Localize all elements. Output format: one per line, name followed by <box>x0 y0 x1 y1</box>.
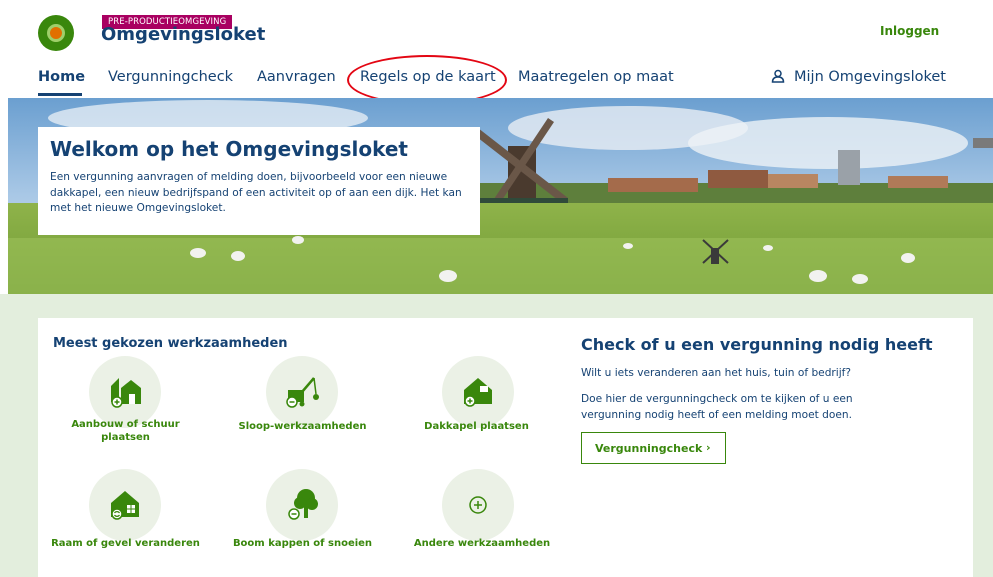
tile-aanbouw[interactable] <box>89 356 161 428</box>
tile-label-sloop[interactable]: Sloop-werkzaamheden <box>230 421 375 434</box>
nav-mijn-omgevingsloket[interactable]: Mijn Omgevingsloket <box>794 69 946 85</box>
hero-title: Welkom op het Omgevingsloket <box>50 137 408 161</box>
site-header: PRE-PRODUCTIEOMGEVING Omgevingsloket Inl… <box>0 0 993 62</box>
nav-aanvragen[interactable]: Aanvragen <box>257 69 336 85</box>
tree-icon <box>288 489 318 520</box>
nav-active-indicator <box>38 93 82 96</box>
check-question: Wilt u iets veranderen aan het huis, tui… <box>581 367 852 379</box>
chevron-right-icon: › <box>706 441 711 454</box>
window-house-icon <box>111 491 139 520</box>
user-icon[interactable] <box>771 69 785 83</box>
extension-house-icon <box>111 378 141 408</box>
tile-andere[interactable] <box>442 469 514 541</box>
tile-label-andere[interactable]: Andere werkzaamheden <box>402 538 562 551</box>
dormer-house-icon <box>464 378 492 407</box>
logo-icon[interactable] <box>38 15 74 51</box>
tile-sloop[interactable] <box>266 356 338 428</box>
tile-boom[interactable] <box>266 469 338 541</box>
tile-label-dakkapel[interactable]: Dakkapel plaatsen <box>404 421 549 434</box>
plus-circle-icon <box>469 496 487 514</box>
vergunningcheck-button-label: Vergunningcheck <box>595 442 703 455</box>
login-link[interactable]: Inloggen <box>880 24 939 38</box>
popular-heading: Meest gekozen werkzaamheden <box>53 336 288 351</box>
nav-maatregelen-op-maat[interactable]: Maatregelen op maat <box>518 69 674 85</box>
tile-label-boom[interactable]: Boom kappen of snoeien <box>225 538 380 551</box>
tile-raam[interactable] <box>89 469 161 541</box>
tile-label-raam[interactable]: Raam of gevel veranderen <box>48 538 203 551</box>
nav-home[interactable]: Home <box>38 69 85 85</box>
check-title: Check of u een vergunning nodig heeft <box>581 335 933 354</box>
logo-text[interactable]: Omgevingsloket <box>101 24 265 45</box>
tile-dakkapel[interactable] <box>442 356 514 428</box>
vergunningcheck-button[interactable]: Vergunningcheck › <box>581 432 726 464</box>
hero-text: Een vergunning aanvragen of melding doen… <box>50 171 462 214</box>
tile-label-aanbouw[interactable]: Aanbouw of schuur plaatsen <box>62 419 189 444</box>
welcome-box: Welkom op het Omgevingsloket Een vergunn… <box>38 127 480 235</box>
check-text: Doe hier de vergunningcheck om te kijken… <box>581 393 853 421</box>
nav-vergunningcheck[interactable]: Vergunningcheck <box>108 69 233 85</box>
demolition-crane-icon <box>286 377 319 408</box>
